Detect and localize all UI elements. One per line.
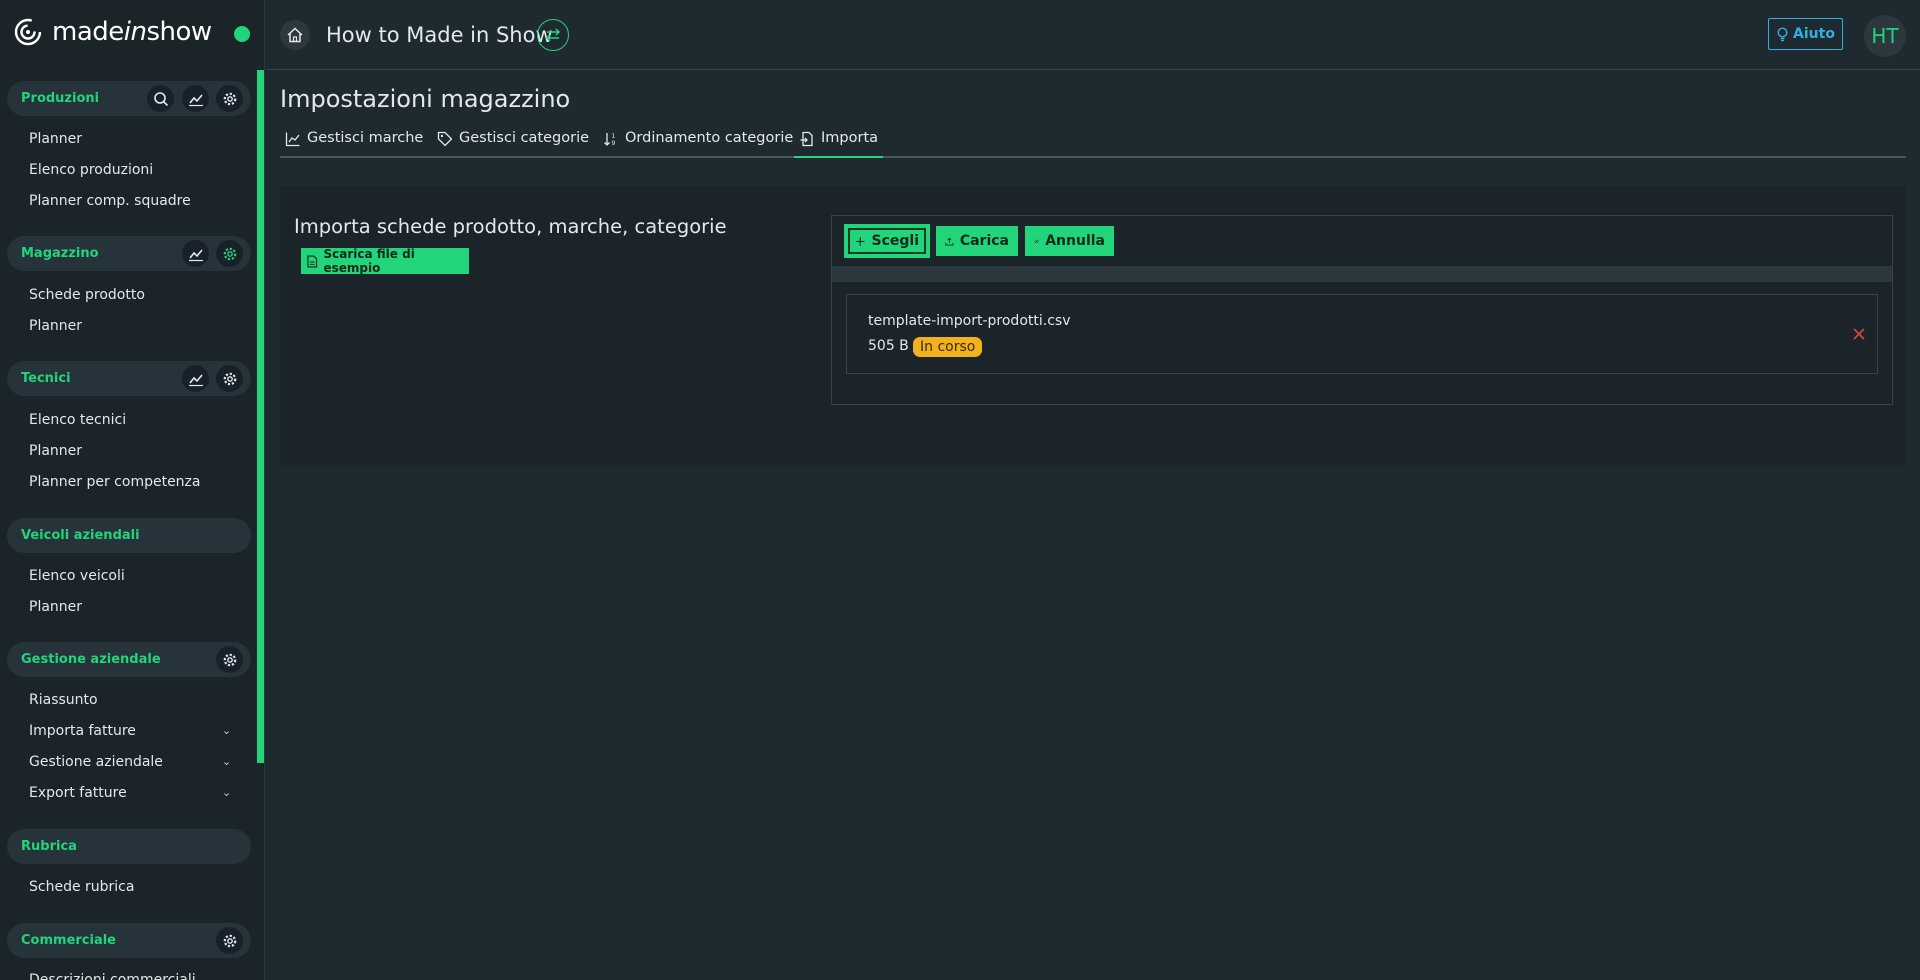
tab-label: Gestisci marche — [307, 130, 424, 146]
section-header-commerciale[interactable]: Commerciale — [7, 923, 251, 958]
sidebar-item-planner[interactable]: Planner — [29, 443, 82, 459]
download-sample-button[interactable]: Scarica file di esempio — [301, 247, 469, 275]
upload-progress-bar — [832, 266, 1892, 282]
status-badge: In corso — [913, 337, 983, 357]
section-title: Produzioni — [21, 91, 100, 106]
gear-icon[interactable] — [216, 365, 243, 392]
online-status-dot — [234, 26, 250, 42]
sidebar-item-planner[interactable]: Planner — [29, 599, 82, 615]
chevron-down-icon[interactable]: ⌄ — [222, 786, 231, 799]
gear-icon[interactable] — [216, 240, 243, 267]
home-button[interactable] — [280, 20, 310, 50]
sidebar-item-descrizioni-commerciali[interactable]: Descrizioni commerciali — [29, 972, 196, 980]
tab-label: Importa — [821, 130, 879, 146]
sidebar-item-schede-prodotto[interactable]: Schede prodotto — [29, 287, 145, 303]
close-icon — [1034, 239, 1039, 243]
sidebar-scrollbar[interactable] — [257, 70, 264, 763]
help-label: Aiuto — [1793, 26, 1835, 42]
app-title: How to Made in Show — [326, 23, 553, 47]
tab-importa[interactable]: Importa — [794, 130, 884, 158]
tag-icon — [437, 131, 453, 147]
file-size: 505 B — [868, 338, 909, 354]
file-icon — [307, 254, 318, 268]
chevron-down-icon[interactable]: ⌄ — [222, 724, 231, 737]
download-sample-label: Scarica file di esempio — [323, 247, 415, 275]
section-title: Tecnici — [21, 371, 71, 386]
sidebar-item-export-fatture[interactable]: Export fatture — [29, 785, 127, 801]
cancel-label: Annulla — [1045, 233, 1105, 249]
upload-label: Carica — [959, 233, 1009, 249]
remove-file-icon[interactable] — [1850, 325, 1868, 343]
tab-label: Ordinamento categorie — [625, 130, 794, 146]
chevron-down-icon[interactable]: ⌄ — [222, 755, 231, 768]
import-title: Importa schede prodotto, marche, categor… — [294, 215, 727, 238]
search-icon[interactable] — [147, 85, 174, 112]
logo-text: madeinshow — [52, 17, 212, 47]
section-header-rubrica[interactable]: Rubrica — [7, 829, 251, 864]
top-bar: How to Made in Show Aiuto HT — [266, 0, 1920, 70]
plus-icon — [856, 236, 865, 246]
lightbulb-icon — [1777, 26, 1788, 41]
logo-icon — [14, 18, 42, 46]
sidebar: madeinshow Produzioni Planner Elenco pro… — [0, 0, 265, 980]
switch-workspace-button[interactable] — [537, 19, 569, 51]
cancel-button[interactable]: Annulla — [1025, 226, 1114, 256]
section-header-gestione-aziendale[interactable]: Gestione aziendale — [7, 642, 251, 677]
help-button[interactable]: Aiuto — [1768, 18, 1843, 50]
section-header-veicoli-aziendali[interactable]: Veicoli aziendali — [7, 518, 251, 553]
section-header-tecnici[interactable]: Tecnici — [7, 361, 251, 396]
sidebar-item-planner-per-competenza[interactable]: Planner per competenza — [29, 474, 201, 490]
file-name: template-import-prodotti.csv — [868, 313, 1071, 329]
section-title: Commerciale — [21, 933, 116, 948]
file-row: template-import-prodotti.csv 505 B In co… — [846, 294, 1878, 374]
section-title: Magazzino — [21, 246, 99, 261]
stats-icon[interactable] — [182, 365, 209, 392]
tab-label: Gestisci categorie — [459, 130, 590, 146]
sidebar-item-planner[interactable]: Planner — [29, 318, 82, 334]
sidebar-item-gestione-aziendale[interactable]: Gestione aziendale — [29, 754, 163, 770]
svg-text:9: 9 — [612, 140, 616, 147]
gear-icon[interactable] — [216, 85, 243, 112]
choose-label: Scegli — [871, 233, 920, 249]
file-import-icon — [800, 131, 813, 147]
upload-icon — [945, 237, 954, 245]
swap-icon — [545, 28, 561, 42]
section-header-produzioni[interactable]: Produzioni — [7, 81, 251, 116]
tab-bar: Gestisci marche Gestisci categorie 19 Or… — [280, 128, 1906, 158]
sidebar-item-planner[interactable]: Planner — [29, 131, 82, 147]
upload-toolbar: Scegli Carica Annulla — [832, 216, 1892, 266]
sidebar-item-elenco-produzioni[interactable]: Elenco produzioni — [29, 162, 153, 178]
page-title: Impostazioni magazzino — [280, 85, 571, 113]
import-panel: Importa schede prodotto, marche, categor… — [280, 187, 1906, 467]
sidebar-item-elenco-veicoli[interactable]: Elenco veicoli — [29, 568, 125, 584]
sidebar-item-planner-comp-squadre[interactable]: Planner comp. squadre — [29, 193, 191, 209]
gear-icon[interactable] — [216, 927, 243, 954]
sidebar-item-elenco-tecnici[interactable]: Elenco tecnici — [29, 412, 126, 428]
avatar[interactable]: HT — [1864, 15, 1906, 57]
choose-file-button[interactable]: Scegli — [846, 226, 928, 256]
chart-icon — [285, 132, 300, 147]
tab-gestisci-marche[interactable]: Gestisci marche — [285, 130, 423, 158]
tab-ordinamento-categorie[interactable]: 19 Ordinamento categorie — [603, 130, 793, 158]
section-title: Rubrica — [21, 839, 77, 854]
sort-icon: 19 — [604, 133, 616, 147]
sidebar-item-importa-fatture[interactable]: Importa fatture — [29, 723, 136, 739]
svg-text:1: 1 — [612, 133, 616, 140]
file-upload: Scegli Carica Annulla template-import-pr… — [831, 215, 1893, 405]
sidebar-item-riassunto[interactable]: Riassunto — [29, 692, 98, 708]
home-icon — [287, 27, 303, 43]
tab-gestisci-categorie[interactable]: Gestisci categorie — [437, 130, 589, 158]
stats-icon[interactable] — [182, 85, 209, 112]
sidebar-item-schede-rubrica[interactable]: Schede rubrica — [29, 879, 134, 895]
logo[interactable]: madeinshow — [0, 0, 264, 68]
stats-icon[interactable] — [182, 240, 209, 267]
gear-icon[interactable] — [216, 646, 243, 673]
section-title: Gestione aziendale — [21, 652, 161, 667]
section-header-magazzino[interactable]: Magazzino — [7, 236, 251, 271]
section-title: Veicoli aziendali — [21, 528, 140, 543]
upload-button[interactable]: Carica — [936, 226, 1018, 256]
